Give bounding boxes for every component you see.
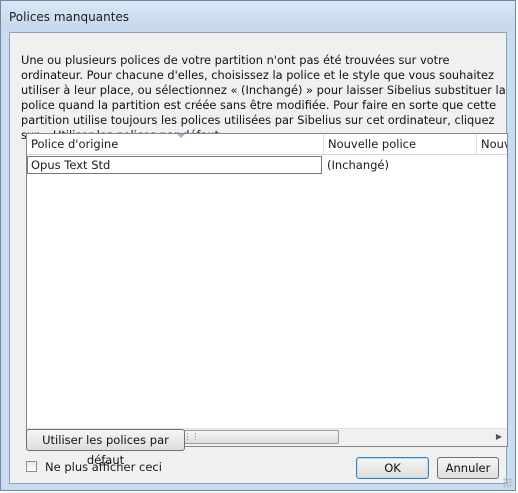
column-label: Nouve	[481, 137, 507, 151]
scroll-right-icon[interactable]: ▶	[491, 429, 507, 445]
cell-new-style[interactable]	[477, 156, 507, 174]
description-text: Une ou plusieurs polices de votre partit…	[21, 53, 506, 142]
table-row[interactable]: Opus Text Std (Inchangé)	[27, 156, 507, 174]
cell-original-font[interactable]: Opus Text Std	[27, 156, 322, 174]
checkbox-box[interactable]	[26, 461, 37, 472]
use-default-fonts-button[interactable]: Utiliser les polices par défaut	[26, 429, 185, 467]
checkbox-label[interactable]: Ne plus afficher ceci	[45, 459, 162, 475]
window-title: Polices manquantes	[9, 10, 130, 24]
cell-new-font[interactable]: (Inchangé)	[324, 156, 477, 174]
fonts-table[interactable]: Police d'origine Nouvelle police Nouve O…	[26, 133, 508, 447]
table-header: Police d'origine Nouvelle police Nouve	[27, 134, 507, 155]
column-label: Police d'origine	[31, 137, 119, 151]
sort-arrow-icon	[177, 134, 185, 138]
column-label: Nouvelle police	[328, 137, 417, 151]
dialog-window: Polices manquantes Une ou plusieurs poli…	[0, 0, 516, 491]
cancel-button[interactable]: Annuler	[437, 457, 499, 479]
column-header-new-style[interactable]: Nouve	[477, 134, 507, 154]
title-bar[interactable]: Polices manquantes	[1, 1, 515, 31]
resize-grip-icon[interactable]	[503, 478, 513, 488]
column-header-new-font[interactable]: Nouvelle police	[324, 134, 477, 154]
dialog-body: Une ou plusieurs polices de votre partit…	[9, 32, 508, 484]
ok-button[interactable]: OK	[356, 457, 429, 479]
column-header-original-font[interactable]: Police d'origine	[27, 134, 324, 154]
